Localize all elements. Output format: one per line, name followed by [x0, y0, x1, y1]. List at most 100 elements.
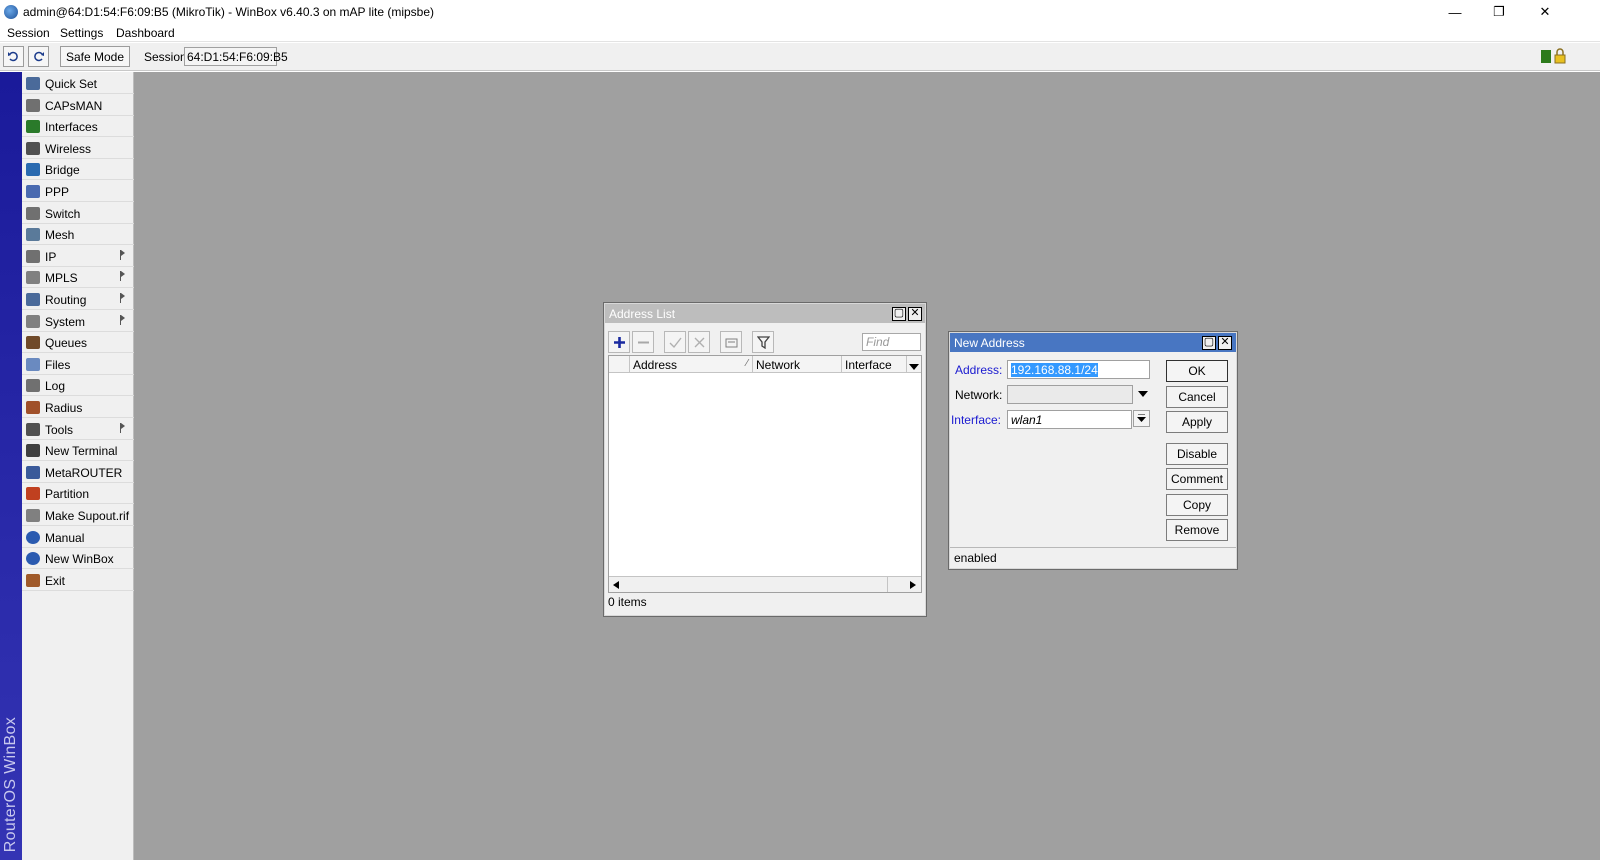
sidebar-item-tools[interactable]: Tools [22, 419, 134, 440]
disable-button[interactable] [688, 331, 710, 353]
safe-mode-button[interactable]: Safe Mode [60, 46, 130, 67]
sidebar-item-make-supout-rif[interactable]: Make Supout.rif [22, 505, 134, 526]
remove-button[interactable] [632, 331, 654, 353]
restore-button[interactable]: ❐ [1476, 0, 1522, 24]
close-button[interactable]: ✕ [1522, 0, 1568, 24]
sidebar-item-mesh[interactable]: Mesh [22, 224, 134, 246]
submenu-arrow-icon [120, 293, 126, 303]
close-icon[interactable]: ✕ [1218, 336, 1232, 350]
sidebar-item-log[interactable]: Log [22, 375, 134, 397]
sidebar-item-system[interactable]: System [22, 311, 134, 332]
close-icon[interactable]: ✕ [908, 307, 922, 321]
sidebar-item-label: New WinBox [45, 552, 114, 567]
sidebar-item-capsman[interactable]: CAPsMAN [22, 95, 134, 116]
find-input[interactable]: Find [862, 333, 921, 351]
sidebar-item-quick-set[interactable]: Quick Set [22, 73, 134, 94]
sidebar-item-metarouter[interactable]: MetaROUTER [22, 462, 134, 483]
maximize-icon[interactable]: ▢ [1202, 336, 1216, 350]
sidebar-item-label: CAPsMAN [45, 98, 103, 113]
sidebar-item-ppp[interactable]: PPP [22, 181, 134, 202]
check-icon [669, 337, 682, 348]
address-list-title: Address List [609, 307, 676, 321]
header-network[interactable]: Network [753, 356, 842, 373]
radius-icon [26, 401, 40, 414]
x-icon [694, 337, 704, 347]
sidebar-item-interfaces[interactable]: Interfaces [22, 116, 134, 138]
filter-button[interactable] [752, 331, 774, 353]
sidebar-item-switch[interactable]: Switch [22, 203, 134, 224]
sidebar-item-label: Switch [45, 206, 81, 221]
workspace: Address List ▢ ✕ Find Address ⁄ Network … [134, 72, 1600, 860]
sidebar-item-new-terminal[interactable]: New Terminal [22, 440, 134, 462]
ok-button[interactable]: OK [1166, 360, 1228, 382]
sidebar-item-routing[interactable]: Routing [22, 289, 134, 310]
scroll-right-icon[interactable] [910, 581, 916, 589]
winbox-app-icon [4, 5, 18, 19]
sidebar-item-queues[interactable]: Queues [22, 332, 134, 354]
sidebar-item-exit[interactable]: Exit [22, 570, 134, 591]
sidebar-item-label: Tools [45, 422, 74, 437]
sidebar-item-label: Make Supout.rif [45, 509, 130, 523]
sidebar-item-label: Interfaces [45, 120, 98, 135]
submenu-arrow-icon [120, 422, 126, 433]
apply-button[interactable]: Apply [1166, 411, 1228, 433]
undo-button[interactable] [3, 46, 24, 67]
status-bar: enabled [950, 547, 1236, 568]
sidebar-item-bridge[interactable]: Bridge [22, 159, 134, 181]
header-flag-column[interactable] [609, 356, 630, 373]
network-input[interactable] [1007, 385, 1133, 404]
copy-button[interactable]: Copy [1166, 494, 1228, 516]
sidebar-item-files[interactable]: Files [22, 354, 134, 375]
new-address-title-bar[interactable]: New Address ▢ ✕ [950, 333, 1236, 352]
sidebar-item-manual[interactable]: Manual [22, 527, 134, 548]
enable-button[interactable] [664, 331, 686, 353]
interface-select[interactable]: wlan1 [1007, 410, 1132, 429]
supout-icon [26, 509, 40, 522]
sidebar-item-label: PPP [45, 185, 70, 199]
redo-button[interactable] [28, 46, 49, 67]
session-field[interactable]: 64:D1:54:F6:09:B5 [184, 47, 288, 66]
add-button[interactable] [608, 331, 630, 353]
routing-icon [26, 293, 40, 306]
sidebar-item-label: MetaROUTER [45, 465, 123, 480]
sidebar-item-wireless[interactable]: Wireless [22, 138, 134, 159]
cancel-button[interactable]: Cancel [1166, 386, 1228, 408]
address-list-title-bar[interactable]: Address List ▢ ✕ [605, 304, 925, 323]
minimize-button[interactable]: — [1432, 0, 1478, 24]
interfaces-icon [26, 120, 40, 134]
address-input[interactable]: 192.168.88.1/24 [1007, 360, 1150, 379]
comment-button[interactable]: Comment [1166, 468, 1228, 490]
sort-indicator-icon: ⁄ [746, 358, 748, 369]
disable-button[interactable]: Disable [1166, 443, 1228, 465]
menu-settings[interactable]: Settings [60, 26, 103, 40]
bridge-icon [26, 163, 40, 177]
sidebar-item-radius[interactable]: Radius [22, 397, 134, 418]
sidebar-item-label: Queues [45, 336, 88, 351]
dropdown-arrow-icon [1137, 414, 1146, 422]
scrollbar-separator [887, 577, 888, 592]
sidebar-item-new-winbox[interactable]: New WinBox [22, 548, 134, 570]
sidebar-item-label: Manual [45, 530, 85, 545]
menu-session[interactable]: Session [7, 26, 50, 40]
maximize-icon[interactable]: ▢ [892, 307, 906, 321]
chevron-down-icon[interactable] [1138, 391, 1148, 398]
comment-button[interactable] [720, 331, 742, 353]
window-title: admin@64:D1:54:F6:09:B5 (MikroTik) - Win… [23, 5, 434, 19]
scroll-left-icon[interactable] [613, 581, 619, 589]
sidebar-item-label: System [45, 314, 86, 329]
sidebar-item-label: Routing [45, 293, 87, 307]
header-address[interactable]: Address ⁄ [630, 356, 753, 373]
mpls-icon [26, 271, 40, 285]
menu-dashboard[interactable]: Dashboard [116, 26, 175, 40]
remove-button[interactable]: Remove [1166, 519, 1228, 541]
horizontal-scrollbar[interactable] [609, 576, 921, 592]
sidebar-item-partition[interactable]: Partition [22, 483, 134, 505]
header-interface[interactable]: Interface [842, 356, 907, 373]
column-chooser-button[interactable] [907, 356, 921, 373]
sidebar-item-ip[interactable]: IP [22, 246, 134, 267]
sidebar-item-label: Quick Set [45, 77, 98, 91]
interface-dropdown-button[interactable] [1133, 410, 1150, 427]
sidebar-item-mpls[interactable]: MPLS [22, 267, 134, 289]
item-count-status: 0 items [608, 595, 647, 609]
undo-icon [8, 51, 18, 62]
